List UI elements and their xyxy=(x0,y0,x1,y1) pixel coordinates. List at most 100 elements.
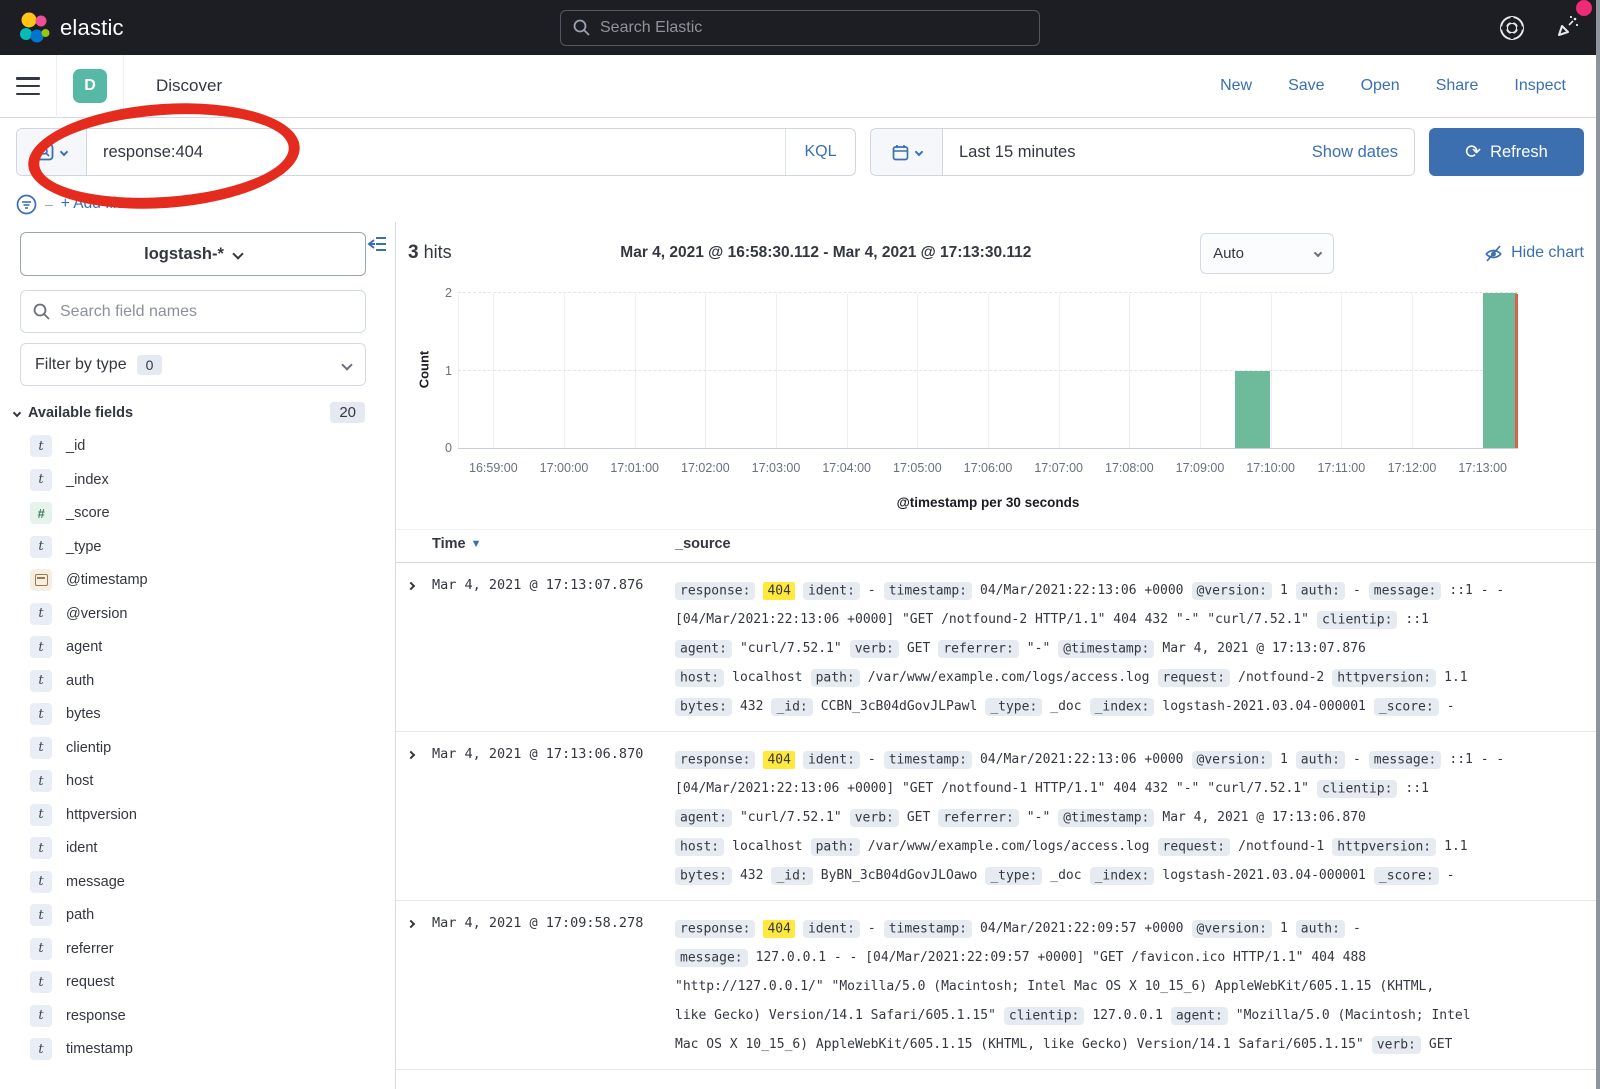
field-pill[interactable]: ident: xyxy=(803,582,860,600)
query-input[interactable]: response:404 xyxy=(87,143,785,162)
field-pill[interactable]: httpversion: xyxy=(1332,838,1436,856)
field-pill[interactable]: path: xyxy=(811,669,860,687)
field-pill[interactable]: agent: xyxy=(675,640,732,658)
field-item-ident[interactable]: tident xyxy=(30,837,395,859)
field-pill[interactable]: @version: xyxy=(1192,920,1272,938)
inspect-button[interactable]: Inspect xyxy=(1514,77,1566,95)
global-search-input[interactable]: Search Elastic xyxy=(560,10,1040,46)
field-pill[interactable]: referrer: xyxy=(938,640,1018,658)
field-pill[interactable]: message: xyxy=(1369,751,1442,769)
available-fields-accordion[interactable]: Available fields 20 xyxy=(14,402,365,423)
show-dates-button[interactable]: Show dates xyxy=(1312,143,1398,162)
field-pill[interactable]: path: xyxy=(811,838,860,856)
time-range-value[interactable]: Last 15 minutes xyxy=(943,143,1075,162)
field-pill[interactable]: request: xyxy=(1158,669,1231,687)
field-pill[interactable]: _index: xyxy=(1090,867,1155,885)
field-pill[interactable]: verb: xyxy=(850,640,899,658)
field-pill[interactable]: timestamp: xyxy=(884,920,972,938)
field-pill[interactable]: auth: xyxy=(1296,920,1345,938)
refresh-button[interactable]: ⟳ Refresh xyxy=(1429,128,1584,176)
field-item-timestamp[interactable]: ttimestamp xyxy=(30,1038,395,1060)
field-pill[interactable]: bytes: xyxy=(675,698,732,716)
save-button[interactable]: Save xyxy=(1288,77,1324,95)
field-pill[interactable]: host: xyxy=(675,669,724,687)
field-item-message[interactable]: tmessage xyxy=(30,871,395,893)
field-pill[interactable]: @timestamp: xyxy=(1058,640,1154,658)
filter-by-type-select[interactable]: Filter by type 0 xyxy=(20,343,366,386)
expand-row-icon[interactable] xyxy=(407,751,415,759)
field-item-host[interactable]: thost xyxy=(30,770,395,792)
field-pill[interactable]: _score: xyxy=(1374,867,1439,885)
field-pill[interactable]: _type: xyxy=(985,867,1042,885)
field-item-request[interactable]: trequest xyxy=(30,971,395,993)
share-button[interactable]: Share xyxy=(1436,77,1479,95)
field-pill[interactable]: _index: xyxy=(1090,698,1155,716)
field-pill[interactable]: @version: xyxy=(1192,751,1272,769)
field-item-_id[interactable]: t_id xyxy=(30,435,395,457)
field-pill[interactable]: timestamp: xyxy=(884,582,972,600)
field-pill[interactable]: verb: xyxy=(850,809,899,827)
field-pill[interactable]: @timestamp: xyxy=(1058,809,1154,827)
field-item-_type[interactable]: t_type xyxy=(30,536,395,558)
add-filter-button[interactable]: + Add filter xyxy=(61,195,135,213)
collapse-sidebar-icon[interactable] xyxy=(367,236,387,252)
newsfeed-icon[interactable] xyxy=(1555,12,1582,39)
field-item-@timestamp[interactable]: @timestamp xyxy=(30,569,395,591)
interval-select[interactable]: Auto xyxy=(1200,233,1334,274)
field-item-clientip[interactable]: tclientip xyxy=(30,737,395,759)
new-button[interactable]: New xyxy=(1220,77,1252,95)
time-column-header[interactable]: Time ▼ xyxy=(432,536,481,552)
field-pill[interactable]: @version: xyxy=(1192,582,1272,600)
field-pill[interactable]: clientip: xyxy=(1317,780,1397,798)
hide-chart-button[interactable]: Hide chart xyxy=(1484,244,1584,263)
date-quick-select-button[interactable] xyxy=(871,129,943,175)
field-item-@version[interactable]: t@version xyxy=(30,603,395,625)
field-item-referrer[interactable]: treferrer xyxy=(30,938,395,960)
saved-query-menu-button[interactable] xyxy=(17,129,87,175)
field-pill[interactable]: message: xyxy=(675,949,748,967)
field-item-httpversion[interactable]: thttpversion xyxy=(30,804,395,826)
field-item-path[interactable]: tpath xyxy=(30,904,395,926)
histogram-bar[interactable] xyxy=(1483,293,1517,448)
scrollbar[interactable] xyxy=(1596,0,1600,1089)
field-pill[interactable]: agent: xyxy=(675,809,732,827)
field-search-input[interactable]: Search field names xyxy=(20,290,366,333)
field-pill[interactable]: auth: xyxy=(1296,582,1345,600)
field-pill[interactable]: verb: xyxy=(1372,1036,1421,1054)
expand-row-icon[interactable] xyxy=(407,582,415,590)
field-pill[interactable]: ident: xyxy=(803,751,860,769)
field-item-_index[interactable]: t_index xyxy=(30,469,395,491)
discover-app-badge[interactable]: D xyxy=(73,69,107,103)
field-item-_score[interactable]: #_score xyxy=(30,502,395,524)
field-pill[interactable]: response: xyxy=(675,582,755,600)
field-item-agent[interactable]: tagent xyxy=(30,636,395,658)
field-pill[interactable]: ident: xyxy=(803,920,860,938)
field-pill[interactable]: message: xyxy=(1369,582,1442,600)
field-pill[interactable]: request: xyxy=(1158,838,1231,856)
hamburger-icon[interactable] xyxy=(16,77,40,95)
field-pill[interactable]: _id: xyxy=(771,867,812,885)
field-pill[interactable]: referrer: xyxy=(938,809,1018,827)
field-pill[interactable]: _score: xyxy=(1374,698,1439,716)
field-pill[interactable]: auth: xyxy=(1296,751,1345,769)
field-pill[interactable]: _type: xyxy=(985,698,1042,716)
field-pill[interactable]: response: xyxy=(675,920,755,938)
field-pill[interactable]: clientip: xyxy=(1004,1007,1084,1025)
open-button[interactable]: Open xyxy=(1361,77,1400,95)
field-item-response[interactable]: tresponse xyxy=(30,1005,395,1027)
expand-row-icon[interactable] xyxy=(407,920,415,928)
histogram-bar[interactable] xyxy=(1235,371,1269,449)
field-item-auth[interactable]: tauth xyxy=(30,670,395,692)
field-pill[interactable]: timestamp: xyxy=(884,751,972,769)
field-pill[interactable]: _id: xyxy=(771,698,812,716)
field-pill[interactable]: bytes: xyxy=(675,867,732,885)
field-pill[interactable]: host: xyxy=(675,838,724,856)
field-pill[interactable]: agent: xyxy=(1171,1007,1228,1025)
elastic-brand[interactable]: elastic xyxy=(18,11,124,45)
field-pill[interactable]: clientip: xyxy=(1317,611,1397,629)
field-pill[interactable]: response: xyxy=(675,751,755,769)
filter-icon[interactable] xyxy=(16,194,37,215)
query-language-toggle[interactable]: KQL xyxy=(785,129,855,175)
help-icon[interactable] xyxy=(1499,15,1525,41)
field-item-bytes[interactable]: tbytes xyxy=(30,703,395,725)
